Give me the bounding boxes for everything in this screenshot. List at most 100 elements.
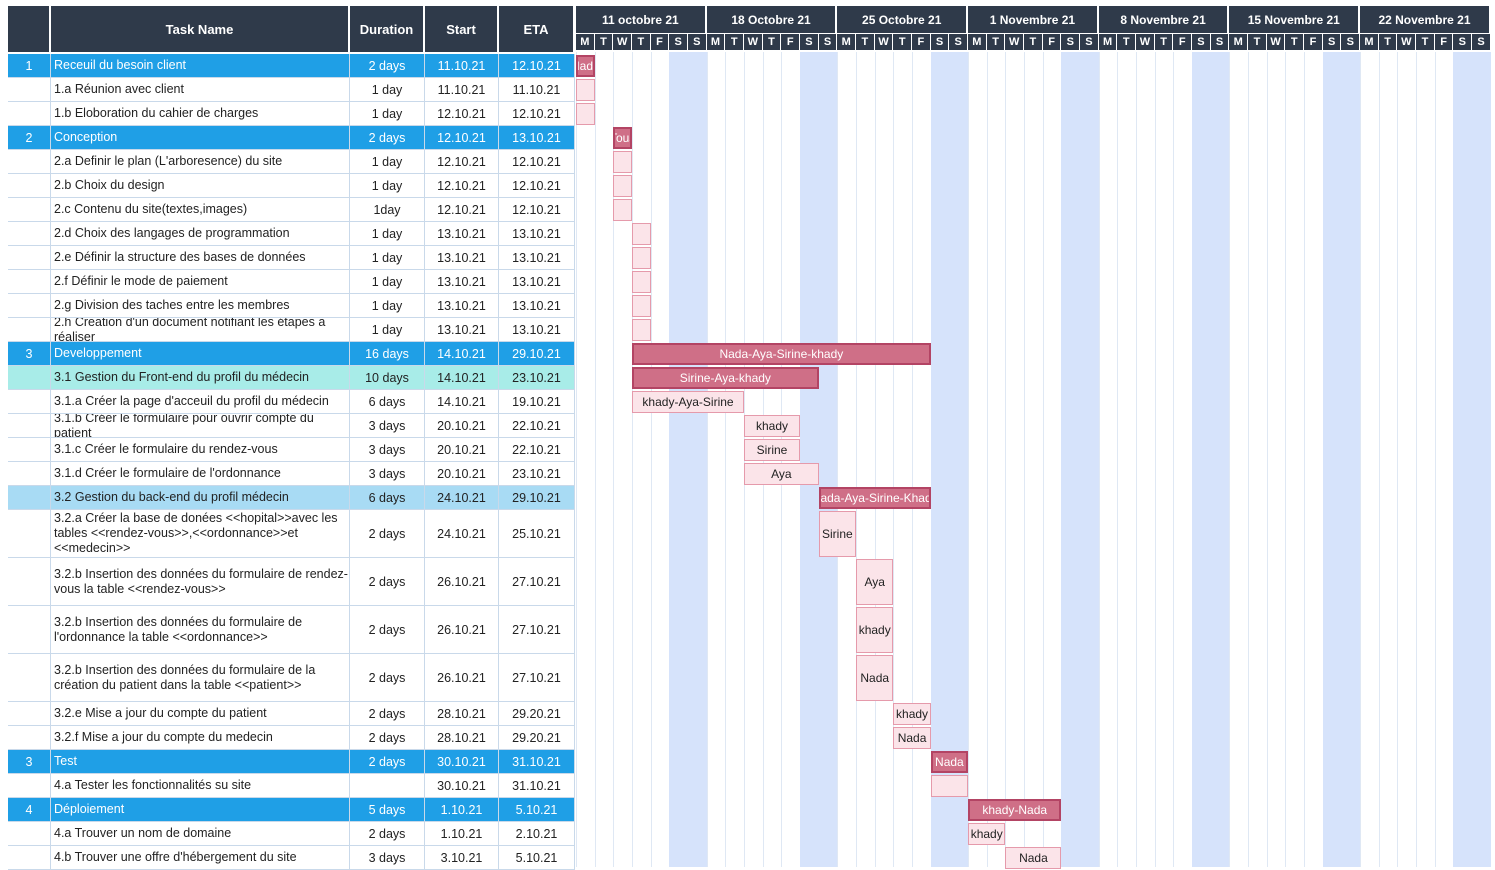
- task-row[interactable]: 2.f Définir le mode de paiement 1 day 13.1…: [0, 270, 575, 294]
- gantt-bar[interactable]: Aya: [856, 559, 894, 605]
- task-start-cell: 1.10.21: [425, 798, 499, 822]
- task-row[interactable]: 3.1.b Créer le formulaire pour ouvrir co…: [0, 414, 575, 438]
- gantt-bar[interactable]: Nada: [893, 727, 931, 749]
- task-row[interactable]: 2.h Creation d'un document notifiant les…: [0, 318, 575, 342]
- day-letter: S: [669, 34, 688, 50]
- gantt-bar[interactable]: [632, 295, 651, 317]
- task-eta-cell: 13.10.21: [499, 126, 575, 150]
- gantt-bar[interactable]: [613, 151, 632, 173]
- gantt-bar[interactable]: Nada: [856, 655, 894, 701]
- week-header[interactable]: 1 Novembre 21: [968, 6, 1099, 33]
- task-start-cell: 20.10.21: [425, 462, 499, 486]
- gantt-bar[interactable]: [576, 103, 595, 125]
- gantt-bar[interactable]: khady: [893, 703, 931, 725]
- phase-row[interactable]: 1 Receuil du besoin client 2 days 11.10.21 1…: [0, 54, 575, 78]
- task-eta-cell: 12.10.21: [499, 54, 575, 78]
- task-row[interactable]: 2.e Définir la structure des bases de do…: [0, 246, 575, 270]
- week-header[interactable]: 18 Octobre 21: [706, 6, 838, 33]
- phase-row[interactable]: 2 Conception 2 days 12.10.21 13.10.21: [0, 126, 575, 150]
- task-name-cell: 2.b Choix du design: [51, 174, 350, 198]
- gantt-bar[interactable]: khady: [744, 415, 801, 437]
- task-start-cell: 14.10.21: [425, 342, 499, 366]
- week-header[interactable]: 25 Octobre 21: [837, 6, 969, 33]
- phase-row[interactable]: 3 Developpement 16 days 14.10.21 29.10.21: [0, 342, 575, 366]
- task-duration-cell: 6 days: [350, 486, 425, 510]
- task-row[interactable]: 3.1.c Créer le formulaire du rendez-vous…: [0, 438, 575, 462]
- day-letter: T: [893, 34, 913, 50]
- gantt-bar[interactable]: Sirine: [744, 439, 801, 461]
- gantt-bar[interactable]: [576, 79, 595, 101]
- task-row[interactable]: 3.1.d Créer le formulaire de l'ordonnanc…: [0, 462, 575, 486]
- task-row[interactable]: 3.2.f Mise a jour du compte du medecin 2 …: [0, 726, 575, 750]
- task-row[interactable]: 4.b Trouver une offre d'hébergement du s…: [0, 846, 575, 870]
- task-num-cell: [8, 390, 51, 414]
- week-header[interactable]: 8 Novembre 21: [1098, 6, 1230, 33]
- day-gridline: [1304, 52, 1306, 867]
- gantt-bar[interactable]: Sirine: [818, 511, 857, 557]
- header-eta[interactable]: ETA: [499, 6, 575, 52]
- week-header[interactable]: 22 Novembre 21: [1360, 6, 1491, 33]
- task-eta-cell: 13.10.21: [499, 294, 575, 318]
- gantt-bar[interactable]: khady: [856, 607, 894, 653]
- task-row[interactable]: 2.a Definir le plan (L'arboresence) du s…: [0, 150, 575, 174]
- task-row[interactable]: 2.g Division des taches entre les membre…: [0, 294, 575, 318]
- gantt-bar[interactable]: Nada: [1005, 847, 1062, 869]
- gantt-bar[interactable]: khady: [968, 823, 1006, 845]
- task-num-cell: [8, 414, 51, 438]
- header-start[interactable]: Start: [425, 6, 499, 52]
- task-row[interactable]: 2.c Contenu du site(textes,images) 1day 12…: [0, 198, 575, 222]
- phase-row[interactable]: 3 Test 2 days 30.10.21 31.10.21: [0, 750, 575, 774]
- task-row[interactable]: 2.d Choix des langages de programmation 1…: [0, 222, 575, 246]
- task-row[interactable]: 3.2 Gestion du back-end du profil médeci…: [0, 486, 575, 510]
- week-header[interactable]: 15 Novembre 21: [1229, 6, 1361, 33]
- gantt-bar[interactable]: [930, 775, 969, 797]
- task-num-cell: 3: [8, 750, 51, 774]
- task-row[interactable]: 3.2.b Insertion des données du formulair…: [0, 606, 575, 654]
- task-duration-cell: 5 days: [350, 798, 425, 822]
- task-row[interactable]: 1.b Eloboration du cahier de charges 1 da…: [0, 102, 575, 126]
- day-letter: T: [1024, 34, 1043, 50]
- weekend-column: [669, 52, 688, 867]
- task-name-cell: 3.1.b Créer le formulaire pour ouvrir co…: [51, 414, 350, 438]
- task-eta-cell: 2.10.21: [499, 822, 575, 846]
- gantt-bar[interactable]: khady-Nada: [968, 799, 1062, 821]
- task-row[interactable]: 3.2.e Mise a jour du compte du patient 2 …: [0, 702, 575, 726]
- task-row[interactable]: 3.2.b Insertion des données du formulair…: [0, 558, 575, 606]
- gantt-bar[interactable]: khady-Aya-Sirine: [632, 391, 745, 413]
- task-row[interactable]: 2.b Choix du design 1 day 12.10.21 12.10.21: [0, 174, 575, 198]
- weekend-column: [1472, 52, 1491, 867]
- gantt-bar[interactable]: [632, 319, 651, 341]
- gantt-bar[interactable]: Nada: [930, 751, 969, 773]
- gantt-bar[interactable]: [632, 247, 651, 269]
- task-num-cell: [8, 558, 51, 606]
- gantt-bar[interactable]: Sirine-Aya-khady: [632, 367, 819, 389]
- task-row[interactable]: 3.1.a Créer la page d'acceuil du profil …: [0, 390, 575, 414]
- header-task-name[interactable]: Task Name: [51, 6, 350, 52]
- day-gridline: [650, 52, 652, 867]
- gantt-bar[interactable]: Tous: [613, 127, 632, 149]
- gantt-bar[interactable]: [613, 175, 632, 197]
- task-row[interactable]: 4.a Tester les fonctionnalités su site 30…: [0, 774, 575, 798]
- day-gridline: [1173, 52, 1175, 867]
- task-start-cell: 24.10.21: [425, 510, 499, 558]
- task-row[interactable]: 4.a Trouver un nom de domaine 2 days 1.10.…: [0, 822, 575, 846]
- header-duration[interactable]: Duration: [350, 6, 425, 52]
- gantt-bar[interactable]: Aya: [744, 463, 819, 485]
- task-duration-cell: 16 days: [350, 342, 425, 366]
- task-row[interactable]: 3.2.b Insertion des données du formulair…: [0, 654, 575, 702]
- gantt-bar[interactable]: Nada-Aya-Sirine-khady: [632, 343, 931, 365]
- day-letter: T: [725, 34, 745, 50]
- task-row[interactable]: 3.2.a Créer la base de donées <<hopital>…: [0, 510, 575, 558]
- task-row[interactable]: 1.a Réunion avec client 1 day 11.10.21 11.1…: [0, 78, 575, 102]
- gantt-bar[interactable]: [632, 271, 651, 293]
- task-start-cell: 28.10.21: [425, 726, 499, 750]
- gantt-bar[interactable]: Nada-Aya-Sirine-Khady: [818, 487, 931, 509]
- phase-row[interactable]: 4 Déploiement 5 days 1.10.21 5.10.21: [0, 798, 575, 822]
- week-header[interactable]: 11 octobre 21: [576, 6, 707, 33]
- task-start-cell: 20.10.21: [425, 414, 499, 438]
- gantt-bar[interactable]: [613, 199, 632, 221]
- task-eta-cell: 29.20.21: [499, 702, 575, 726]
- task-row[interactable]: 3.1 Gestion du Front-end du profil du mé…: [0, 366, 575, 390]
- gantt-bar[interactable]: Nada: [576, 55, 595, 77]
- gantt-bar[interactable]: [632, 223, 651, 245]
